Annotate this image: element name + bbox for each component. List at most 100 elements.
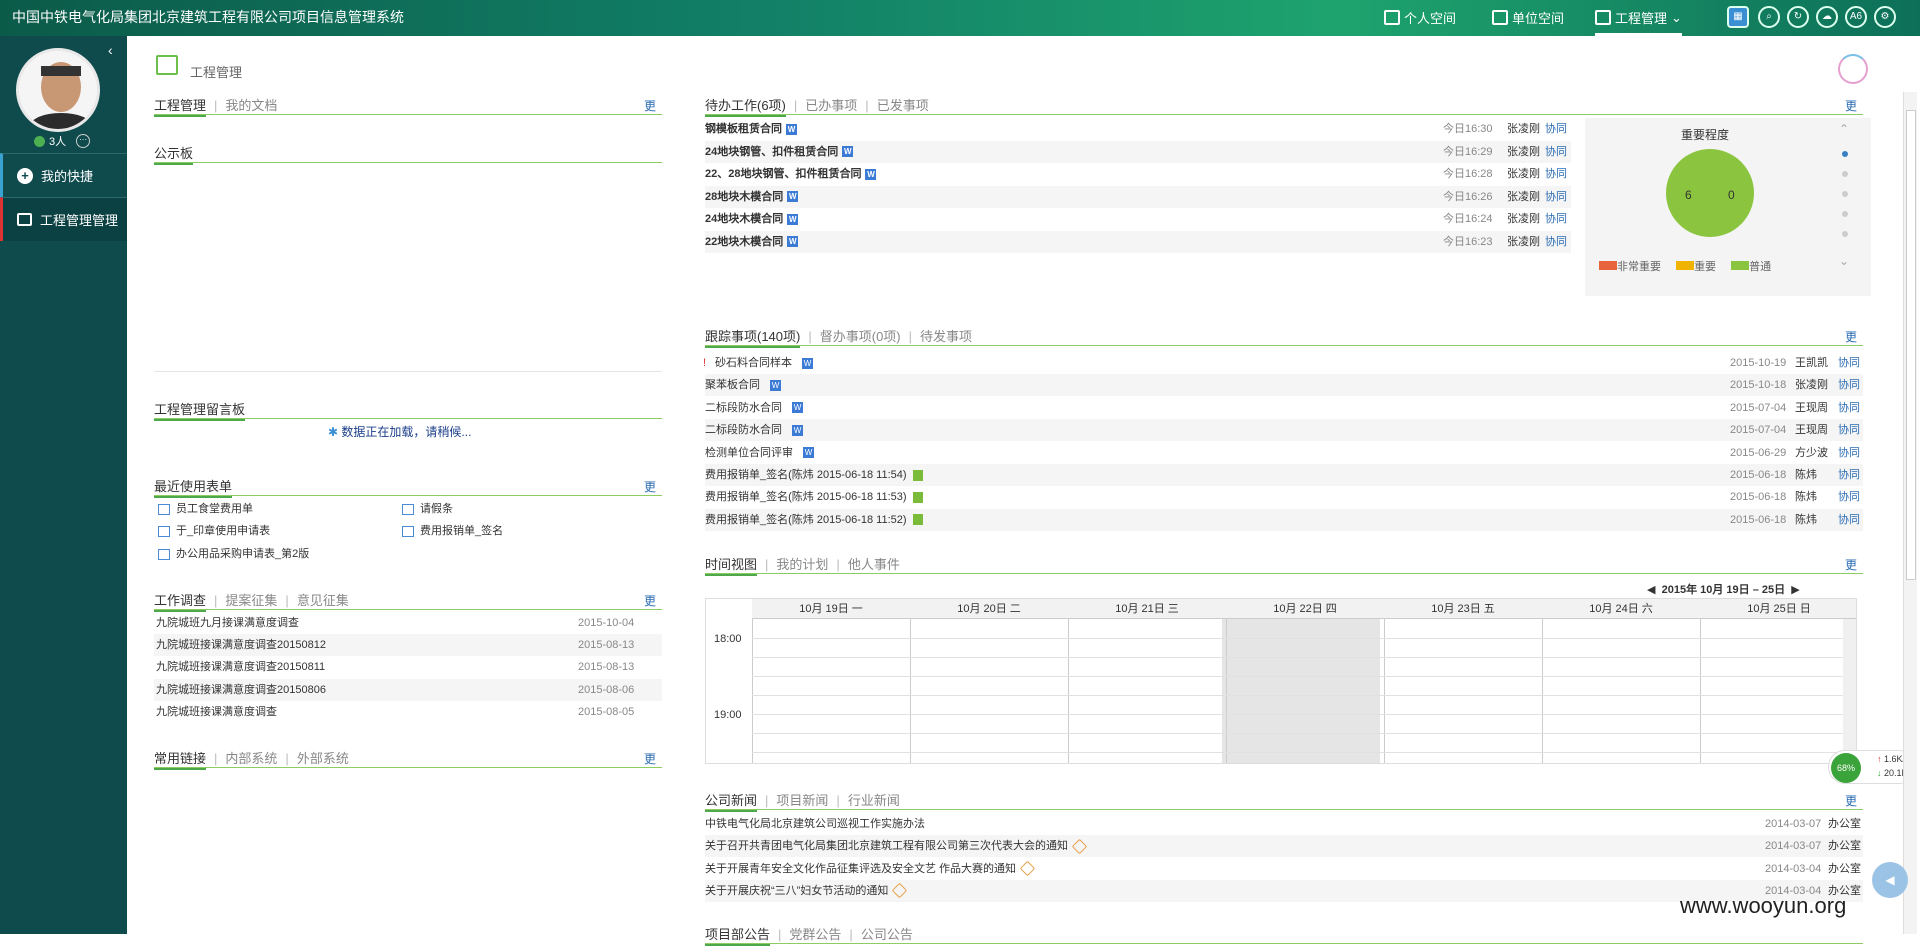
todo-row[interactable]: 28地块木模合同 W 今日16:26 张凌刚 协同 (705, 185, 1571, 208)
collab-link[interactable]: 协同 (1838, 397, 1860, 419)
tab-proposals[interactable]: 提案征集 (225, 593, 277, 608)
collab-link[interactable]: 协同 (1838, 352, 1860, 374)
survey-row[interactable]: 九院城班接课满意度调查20150806 2015-08-06 (154, 678, 662, 701)
collab-link[interactable]: 协同 (1838, 486, 1860, 508)
collab-link[interactable]: 协同 (1838, 419, 1860, 441)
form-link[interactable]: 请假条 (402, 498, 453, 520)
more-link[interactable]: 更 (1845, 328, 1857, 345)
grid-icon[interactable]: ▦ (1727, 6, 1749, 28)
tab-project-notices[interactable]: 项目部公告 (705, 927, 771, 946)
tab-supervision[interactable]: 督办事项(0项) (820, 329, 901, 344)
survey-row[interactable]: 九院城班接课满意度调查20150812 2015-08-13 (154, 634, 662, 657)
gear-icon[interactable]: ⚙ (1874, 6, 1896, 28)
page-dot[interactable] (1842, 191, 1848, 197)
survey-row[interactable]: 九院城班九月接课满意度调查 2015-10-04 (154, 612, 662, 634)
news-row[interactable]: 关于开展青年安全文化作品征集评选及安全文艺 作品大赛的通知 2014-03-04 办… (705, 858, 1863, 880)
page-dot[interactable] (1842, 151, 1848, 157)
track-row[interactable]: 检测单位合同评审 W 2015-06-29 方少波 协同 (705, 442, 1863, 464)
tab-my-documents[interactable]: 我的文档 (225, 98, 277, 113)
collab-link[interactable]: 协同 (1545, 141, 1567, 163)
collab-link[interactable]: 协同 (1545, 231, 1567, 253)
font-size-icon[interactable]: A6 (1845, 6, 1867, 28)
more-link[interactable]: 更 (1845, 556, 1857, 573)
scrollbar-thumb[interactable] (1906, 110, 1916, 580)
nav-personal-space[interactable]: 个人空间 (1384, 8, 1456, 27)
form-link[interactable]: 员工食堂费用单 (158, 498, 253, 520)
todo-row[interactable]: 钢模板租赁合同 W 今日16:30 张凌刚 协同 (705, 118, 1571, 140)
tab-tracking[interactable]: 跟踪事项(140项) (705, 329, 801, 348)
tab-my-plan[interactable]: 我的计划 (776, 557, 828, 572)
collab-link[interactable]: 协同 (1838, 464, 1860, 486)
todo-row[interactable]: 22地块木模合同 W 今日16:23 张凌刚 协同 (705, 230, 1571, 253)
more-link[interactable]: 更 (644, 750, 656, 767)
tab-company-notices[interactable]: 公司公告 (861, 927, 913, 942)
collab-link[interactable]: 协同 (1545, 163, 1567, 185)
collab-link[interactable]: 协同 (1838, 509, 1860, 531)
page-dot[interactable] (1842, 211, 1848, 217)
tab-industry-news[interactable]: 行业新闻 (848, 793, 900, 808)
tab-company-news[interactable]: 公司新闻 (705, 793, 758, 812)
track-row[interactable]: 二标段防水合同 W 2015-07-04 王现周 协同 (705, 397, 1863, 419)
tab-done[interactable]: 已办事项 (805, 98, 857, 113)
survey-row[interactable]: 九院城班接课满意度调查 2015-08-05 (154, 701, 662, 723)
todo-row[interactable]: 24地块木模合同 W 今日16:24 张凌刚 协同 (705, 208, 1571, 230)
calendar-day-column[interactable] (1384, 599, 1542, 763)
chevron-up-icon[interactable]: ⌃ (1839, 122, 1849, 136)
more-link[interactable]: 更 (644, 592, 656, 609)
calendar-day-column[interactable] (752, 599, 910, 763)
next-week-icon[interactable]: ▶ (1791, 584, 1799, 596)
tab-time-view[interactable]: 时间视图 (705, 557, 758, 576)
survey-row[interactable]: 九院城班接课满意度调查20150811 2015-08-13 (154, 656, 662, 678)
prev-week-icon[interactable]: ◀ (1647, 584, 1655, 596)
tab-internal-systems[interactable]: 内部系统 (225, 751, 277, 766)
form-link[interactable]: 费用报销单_签名 (402, 520, 503, 542)
track-row[interactable]: 费用报销单_签名(陈炜 2015-06-18 11:52) 2015-06-18 陈… (705, 508, 1863, 531)
nav-unit-space[interactable]: 单位空间 (1492, 8, 1564, 27)
track-row[interactable]: 二标段防水合同 W 2015-07-04 王现周 协同 (705, 419, 1863, 442)
speaker-icon[interactable]: ◀ (1872, 862, 1908, 898)
tab-pending-send[interactable]: 待发事项 (920, 329, 972, 344)
cloud-icon[interactable]: ☁ (1816, 6, 1838, 28)
avatar[interactable] (16, 48, 100, 132)
calendar-day-column[interactable] (1226, 599, 1384, 763)
track-row[interactable]: 费用报销单_签名(陈炜 2015-06-18 11:54) 2015-06-18 陈… (705, 464, 1863, 486)
page-scrollbar[interactable] (1903, 92, 1917, 934)
tab-project-news[interactable]: 项目新闻 (776, 793, 828, 808)
page-dot[interactable] (1842, 171, 1848, 177)
clock-widget-icon[interactable] (1838, 54, 1868, 84)
page-dot[interactable] (1842, 231, 1848, 237)
todo-row[interactable]: 24地块钢管、扣件租赁合同 W 今日16:29 张凌刚 协同 (705, 140, 1571, 163)
tab-work-survey[interactable]: 工作调查 (154, 593, 207, 612)
form-link[interactable]: 于_印章使用申请表 (158, 520, 270, 542)
more-options-icon[interactable]: ··· (76, 134, 91, 148)
collab-link[interactable]: 协同 (1545, 186, 1567, 208)
form-link[interactable]: 办公用品采购申请表_第2版 (158, 543, 309, 565)
tab-common-links[interactable]: 常用链接 (154, 751, 207, 770)
collab-link[interactable]: 协同 (1838, 374, 1860, 396)
more-link[interactable]: 更 (644, 478, 656, 495)
track-row[interactable]: ! 砂石料合同样本 W 2015-10-19 王凯凯 协同 (703, 352, 1863, 374)
collab-link[interactable]: 协同 (1838, 442, 1860, 464)
tab-others-events[interactable]: 他人事件 (848, 557, 900, 572)
calendar-day-column[interactable] (1542, 599, 1700, 763)
refresh-icon[interactable]: ↻ (1787, 6, 1809, 28)
nav-project-management[interactable]: 工程管理 ⌄ (1595, 8, 1682, 36)
tab-project-management[interactable]: 工程管理 (154, 98, 207, 117)
todo-row[interactable]: 22、28地块钢管、扣件租赁合同 W 今日16:28 张凌刚 协同 (705, 163, 1571, 185)
calendar-day-column[interactable] (910, 599, 1068, 763)
sidebar-item-my-shortcuts[interactable]: + 我的快捷 (0, 153, 127, 197)
collapse-icon[interactable]: ‹ (108, 42, 113, 58)
calendar-day-column[interactable] (1700, 599, 1856, 763)
tab-external-systems[interactable]: 外部系统 (297, 751, 349, 766)
calendar-day-column[interactable] (1068, 599, 1226, 763)
collab-link[interactable]: 协同 (1545, 208, 1567, 230)
chevron-down-icon[interactable]: ⌄ (1839, 254, 1849, 268)
more-link[interactable]: 更 (644, 97, 656, 114)
collab-link[interactable]: 协同 (1545, 118, 1567, 140)
news-row[interactable]: 中铁电气化局北京建筑公司巡视工作实施办法 2014-03-07 办公室 (705, 813, 1863, 835)
tab-opinions[interactable]: 意见征集 (297, 593, 349, 608)
sidebar-item-project-management[interactable]: 工程管理管理 (0, 197, 127, 241)
tab-party-notices[interactable]: 党群公告 (789, 927, 841, 942)
track-row[interactable]: 聚苯板合同 W 2015-10-18 张凌刚 协同 (705, 374, 1863, 397)
search-icon[interactable]: ⌕ (1758, 6, 1780, 28)
